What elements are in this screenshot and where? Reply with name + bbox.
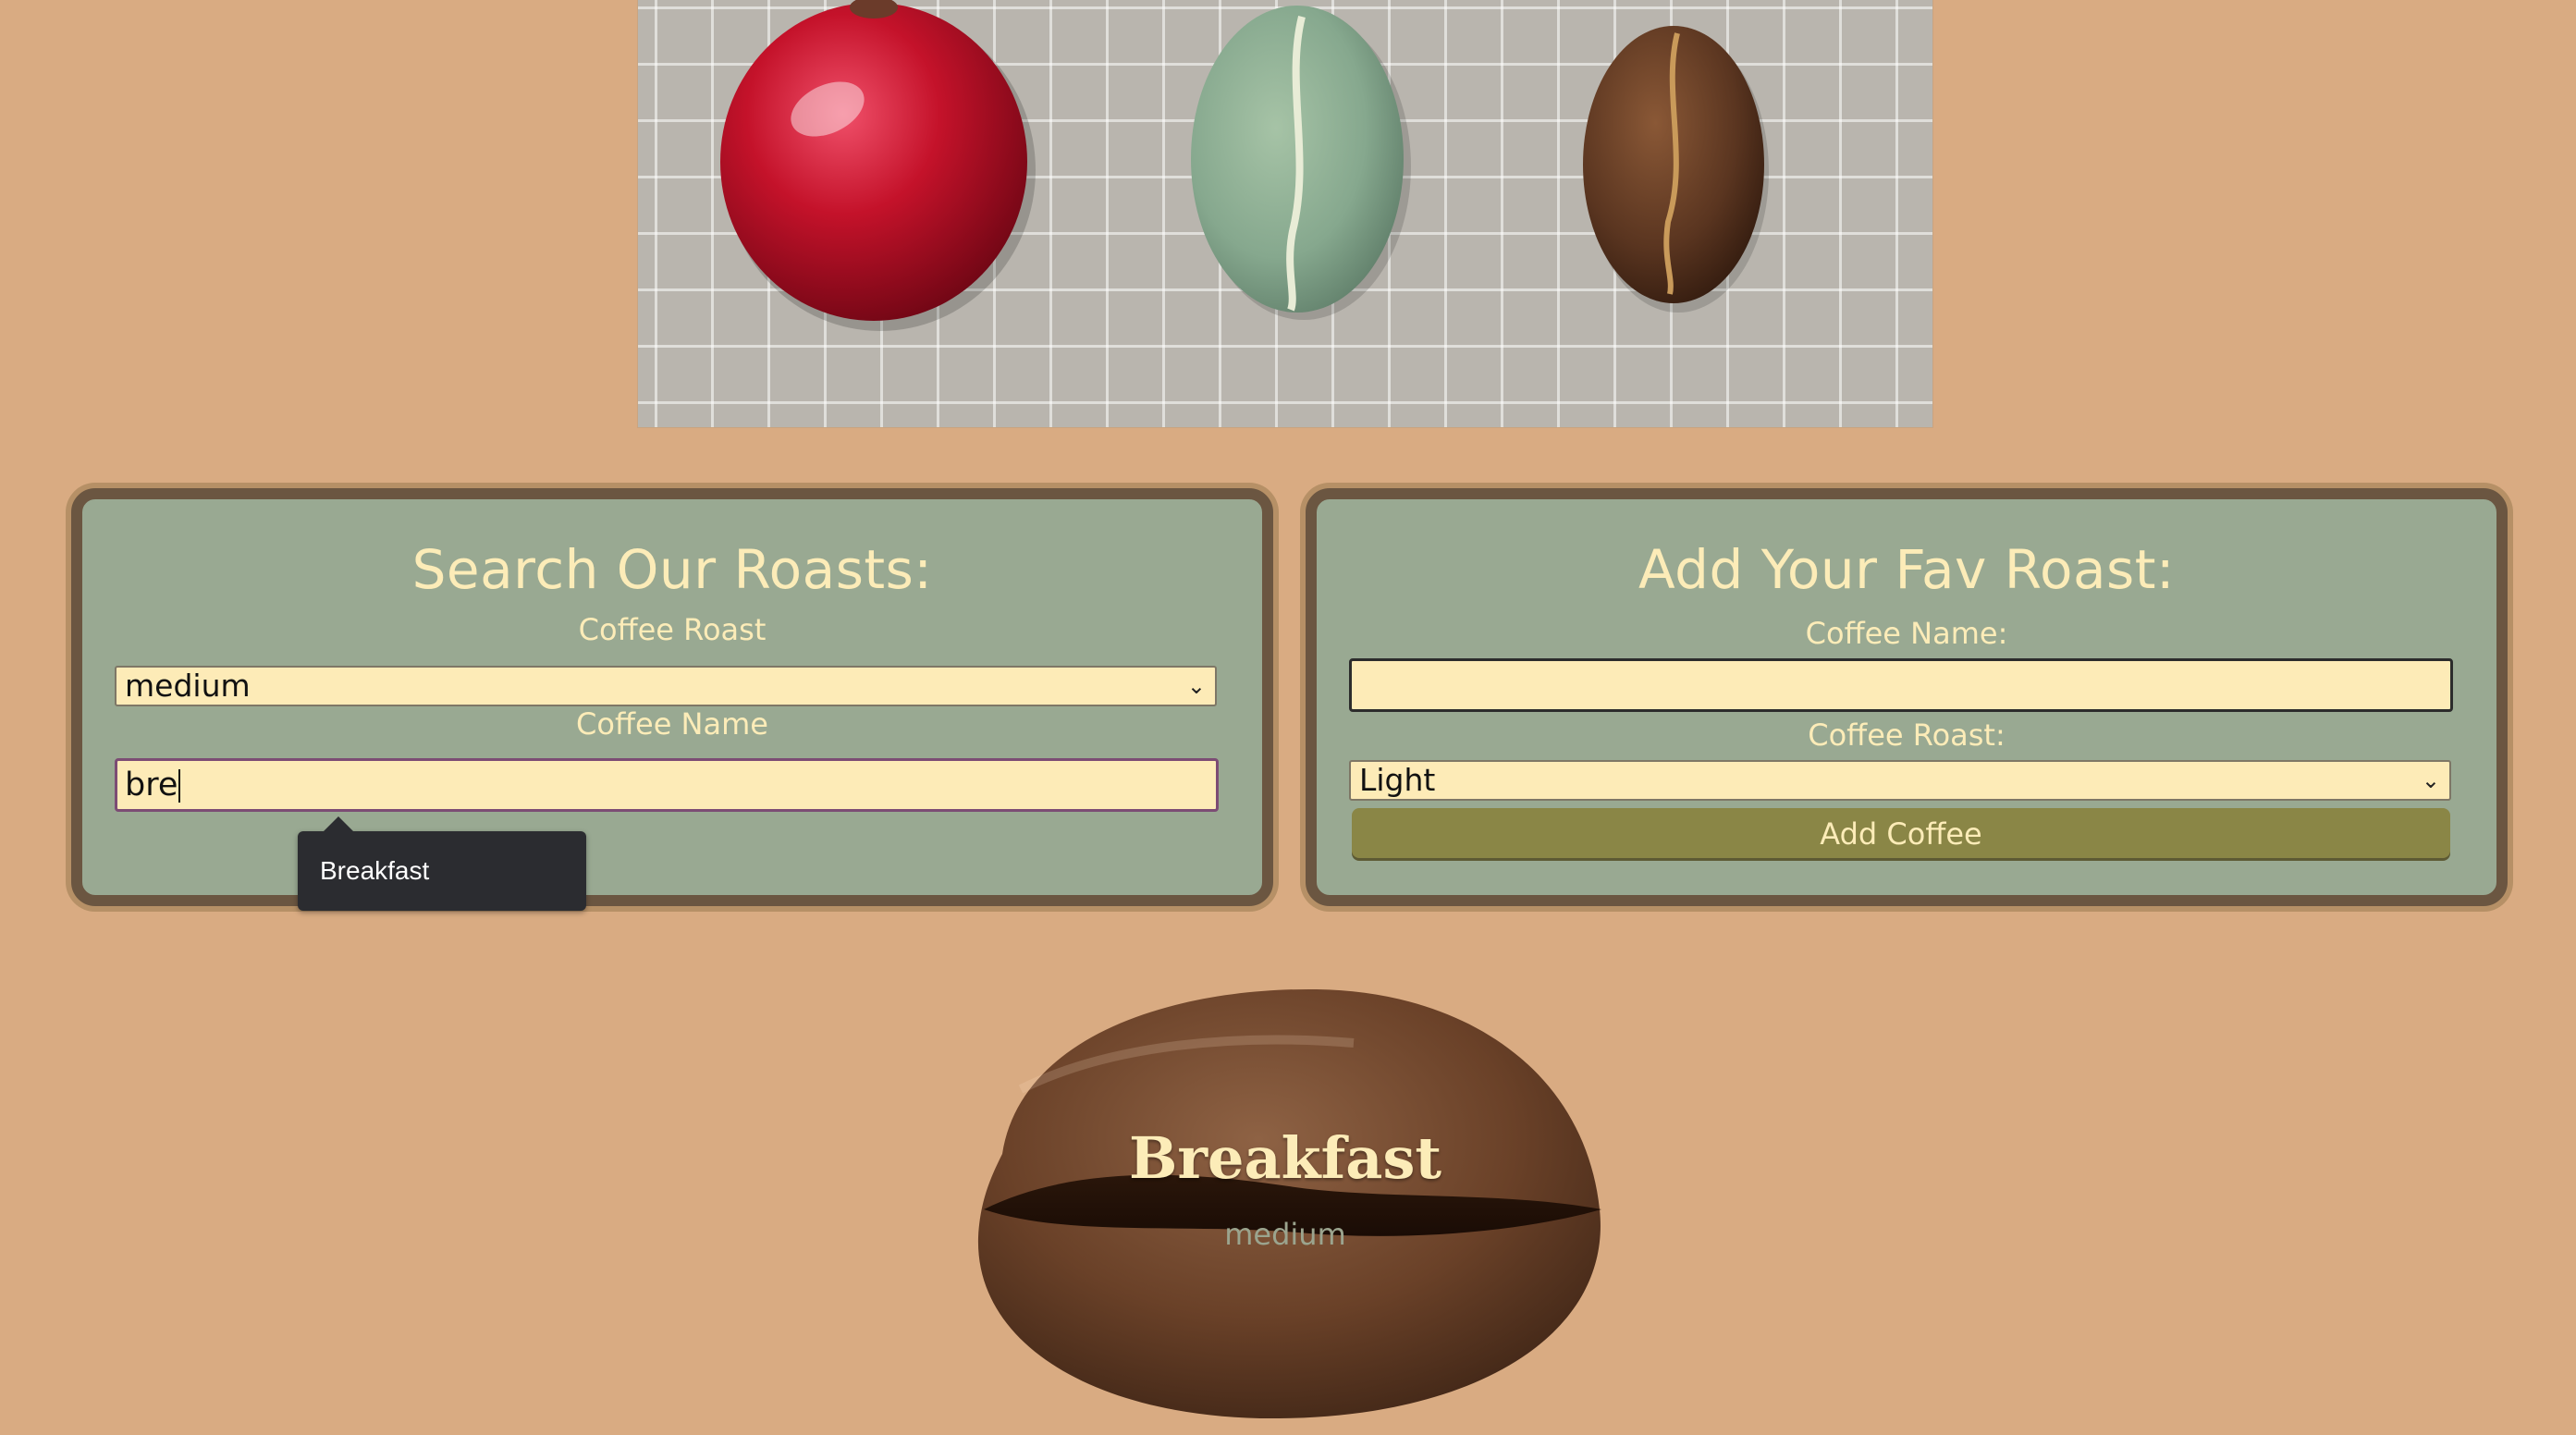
chevron-down-icon: ⌄ — [1186, 673, 1206, 699]
search-roast-select[interactable]: medium ⌄ — [115, 666, 1217, 706]
add-roast-card: Add Your Fav Roast: Coffee Name: Coffee … — [1306, 488, 2508, 906]
green-coffee-bean-icon — [1191, 6, 1411, 320]
chevron-down-icon: ⌄ — [2421, 767, 2440, 793]
add-roast-select[interactable]: Light ⌄ — [1349, 760, 2451, 801]
coffee-result-card: Breakfast medium — [965, 978, 1605, 1424]
add-name-input[interactable] — [1349, 658, 2453, 712]
search-name-label: Coffee Name — [576, 706, 768, 742]
text-caret — [178, 769, 181, 803]
add-roast-label: Coffee Roast: — [1808, 718, 2006, 753]
search-roasts-card: Search Our Roasts: Coffee Roast medium ⌄… — [71, 488, 1273, 906]
hero-image — [638, 0, 1932, 427]
add-card-title: Add Your Fav Roast: — [1638, 538, 2176, 601]
add-name-label: Coffee Name: — [1805, 616, 2008, 651]
coffee-bean-icon — [977, 988, 1601, 1419]
coffee-result-roast: medium — [1224, 1217, 1346, 1252]
search-roast-select-value: medium — [125, 668, 251, 704]
coffee-cherry-icon — [720, 0, 1036, 331]
coffee-result-name: Breakfast — [1128, 1124, 1442, 1192]
coffee-page: Search Our Roasts: Coffee Roast medium ⌄… — [0, 0, 2576, 1435]
search-roast-label: Coffee Roast — [578, 612, 767, 647]
add-roast-select-value: Light — [1359, 762, 1436, 798]
search-name-input[interactable]: bre — [115, 758, 1219, 812]
roasted-coffee-bean-icon — [1583, 26, 1769, 313]
add-coffee-button[interactable]: Add Coffee — [1352, 808, 2450, 858]
autocomplete-suggestion[interactable]: Breakfast — [298, 816, 586, 911]
search-name-input-value: bre — [125, 767, 178, 803]
search-card-title: Search Our Roasts: — [411, 538, 933, 601]
